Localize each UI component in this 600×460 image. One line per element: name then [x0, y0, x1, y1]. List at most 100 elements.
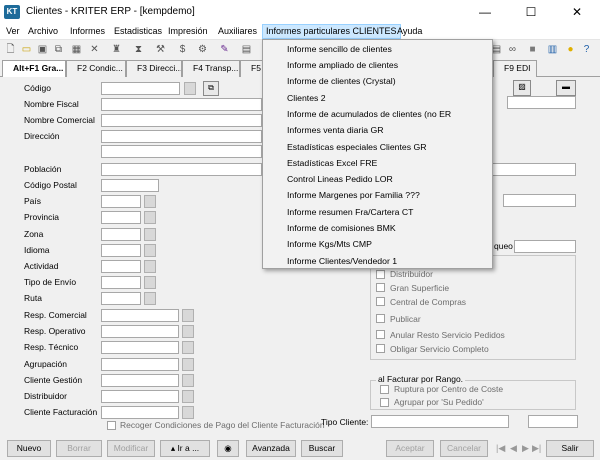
tab-transportes[interactable]: F4 Transp...: [182, 60, 240, 77]
previous-record-icon[interactable]: ◀: [510, 443, 517, 454]
tab-condiciones[interactable]: F2 Condic...: [66, 60, 126, 77]
obligar-servicio-checkbox[interactable]: [376, 344, 385, 353]
distribuidor-lookup-button[interactable]: [182, 390, 194, 403]
grid-icon[interactable]: ▤: [240, 43, 253, 56]
menu-ver[interactable]: Ver: [6, 26, 20, 36]
tab-direcciones[interactable]: F3 Direcci...: [126, 60, 182, 77]
poblacion-input[interactable]: [101, 163, 262, 176]
salir-button[interactable]: Salir: [546, 440, 594, 457]
agrupacion-input[interactable]: [101, 358, 179, 371]
resp-operativo-lookup-button[interactable]: [182, 325, 194, 338]
cancelar-button[interactable]: Cancelar: [440, 440, 488, 457]
menu-estadisticas[interactable]: Estadisticas: [114, 26, 162, 36]
resp-comercial-lookup-button[interactable]: [182, 309, 194, 322]
dropdown-item[interactable]: Clientes 2: [287, 93, 326, 103]
agrupacion-lookup-button[interactable]: [182, 358, 194, 371]
dropdown-item[interactable]: Informes venta diaria GR: [287, 125, 384, 135]
distribuidor-checkbox[interactable]: [376, 270, 385, 279]
cliente-facturacion-lookup-button[interactable]: [182, 406, 194, 419]
avanzada-button[interactable]: Avanzada: [246, 440, 296, 457]
tipo-cliente-select[interactable]: [371, 415, 509, 428]
menu-impresion[interactable]: Impresión: [168, 26, 208, 36]
dropdown-item[interactable]: Informe ampliado de clientes: [287, 60, 398, 70]
dropdown-item[interactable]: Control Lineas Pedido LOR: [287, 174, 393, 184]
actividad-lookup-button[interactable]: [144, 260, 156, 273]
gear-icon[interactable]: ⚙: [196, 43, 209, 56]
cliente-facturacion-input[interactable]: [101, 406, 179, 419]
aceptar-button[interactable]: Aceptar: [386, 440, 434, 457]
tool-icon[interactable]: ⚒: [154, 43, 167, 56]
dropdown-item[interactable]: Informe Kgs/Mts CMP: [287, 239, 372, 249]
world-icon[interactable]: ◉: [217, 440, 239, 457]
menu-archivo[interactable]: Archivo: [28, 26, 58, 36]
codigo-lookup-button[interactable]: [184, 82, 196, 95]
dropdown-item[interactable]: Informe sencillo de clientes: [287, 44, 392, 54]
ruta-input[interactable]: [101, 292, 141, 305]
buscar-button[interactable]: Buscar: [301, 440, 343, 457]
borrar-button[interactable]: Borrar: [56, 440, 102, 457]
new-document-icon[interactable]: 🗋: [4, 43, 17, 56]
idioma-input[interactable]: [101, 244, 141, 257]
codigo-postal-input[interactable]: [101, 179, 159, 192]
cliente-gestion-input[interactable]: [101, 374, 179, 387]
tipo-envio-lookup-button[interactable]: [144, 276, 156, 289]
ir-a-button[interactable]: ▴ Ir a ...: [160, 440, 210, 457]
pais-lookup-button[interactable]: [144, 195, 156, 208]
calendar-icon[interactable]: ▦: [70, 43, 83, 56]
last-record-icon[interactable]: ▶|: [532, 443, 541, 454]
next-record-icon[interactable]: ▶: [522, 443, 529, 454]
agrupar-pedido-checkbox[interactable]: [380, 398, 389, 407]
publicar-checkbox[interactable]: [376, 314, 385, 323]
nombre-comercial-input[interactable]: [101, 114, 262, 127]
minimize-button[interactable]: —: [462, 0, 508, 24]
menu-informes[interactable]: Informes: [70, 26, 105, 36]
gran-superficie-checkbox[interactable]: [376, 283, 385, 292]
menu-auxiliares[interactable]: Auxiliares: [218, 26, 257, 36]
dropdown-item[interactable]: Informe Margenes por Familia ???: [287, 190, 420, 200]
dropdown-item[interactable]: Estadísticas especiales Clientes GR: [287, 142, 427, 152]
modificar-button[interactable]: Modificar: [107, 440, 155, 457]
menu-ayuda[interactable]: Ayuda: [397, 26, 422, 36]
stamp-icon[interactable]: ♜: [110, 43, 123, 56]
close-button[interactable]: ✕: [554, 0, 600, 24]
cliente-gestion-lookup-button[interactable]: [182, 374, 194, 387]
maximize-button[interactable]: ☐: [508, 0, 554, 24]
resp-tecnico-input[interactable]: [101, 341, 179, 354]
provincia-lookup-button[interactable]: [144, 211, 156, 224]
resp-operativo-input[interactable]: [101, 325, 179, 338]
open-folder-icon[interactable]: ▭: [20, 43, 33, 56]
lightbulb-icon[interactable]: ●: [564, 43, 577, 56]
anular-resto-checkbox[interactable]: [376, 330, 385, 339]
dropdown-item[interactable]: Informe Clientes/Vendedor 1: [287, 256, 397, 266]
direccion-input-2[interactable]: [101, 145, 262, 158]
dropdown-item[interactable]: Informe de comisiones BMK: [287, 223, 396, 233]
tab-f5[interactable]: F5: [240, 60, 264, 77]
brush-icon[interactable]: ✎: [218, 43, 231, 56]
right-field-2[interactable]: [491, 163, 576, 176]
chart-icon[interactable]: ▥: [546, 43, 559, 56]
right-bottom-field[interactable]: [528, 415, 578, 428]
idioma-lookup-button[interactable]: [144, 244, 156, 257]
central-compras-checkbox[interactable]: [376, 297, 385, 306]
filter-icon[interactable]: ⧗: [132, 43, 145, 56]
delete-icon[interactable]: ✕: [88, 43, 101, 56]
copy-icon[interactable]: ⧉: [52, 43, 65, 56]
image-button[interactable]: ▨: [513, 80, 531, 96]
tab-edi[interactable]: F9 EDI: [493, 60, 537, 77]
recoger-condiciones-checkbox[interactable]: [107, 421, 116, 430]
menu-informes-particulares[interactable]: Informes particulares CLIENTES: [262, 24, 401, 39]
nuevo-button[interactable]: Nuevo: [7, 440, 51, 457]
pais-input[interactable]: [101, 195, 141, 208]
copy-record-button[interactable]: ⧉: [203, 81, 219, 96]
help-icon[interactable]: ?: [580, 43, 593, 56]
actividad-input[interactable]: [101, 260, 141, 273]
ruta-lookup-button[interactable]: [144, 292, 156, 305]
dropdown-item[interactable]: Estadísticas Excel FRE: [287, 158, 377, 168]
bloqueo-field[interactable]: [514, 240, 576, 253]
nombre-fiscal-input[interactable]: [101, 98, 262, 111]
right-field-1[interactable]: [507, 96, 576, 109]
tipo-envio-input[interactable]: [101, 276, 141, 289]
dropdown-item[interactable]: Informe de acumulados de clientes (no ER: [287, 109, 451, 119]
direccion-input-1[interactable]: [101, 130, 262, 143]
resp-comercial-input[interactable]: [101, 309, 179, 322]
